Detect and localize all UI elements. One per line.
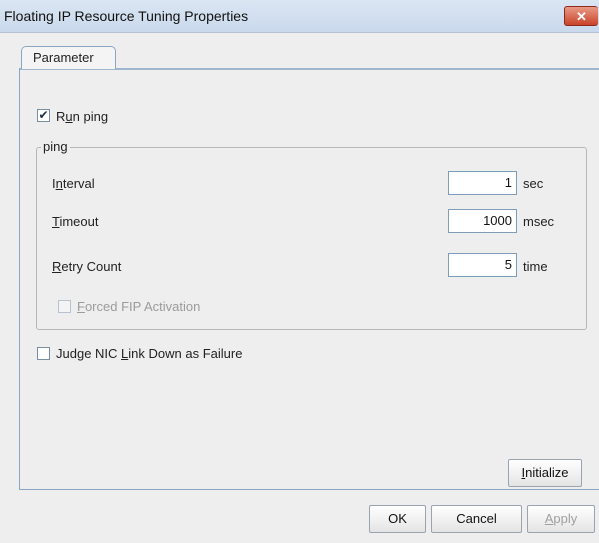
timeout-label: Timeout (52, 214, 99, 229)
forced-fip-activation-label: Forced FIP Activation (77, 299, 201, 314)
ok-button[interactable]: OK (369, 505, 426, 533)
timeout-unit: msec (523, 214, 555, 229)
title-bar[interactable]: Floating IP Resource Tuning Properties ✕ (0, 0, 599, 33)
interval-input[interactable]: 1 (448, 171, 517, 195)
ping-group-legend: ping (41, 139, 70, 154)
window-title: Floating IP Resource Tuning Properties (4, 8, 249, 24)
run-ping-checkbox[interactable]: ✔ (37, 109, 50, 122)
dialog-window: Floating IP Resource Tuning Properties ✕… (0, 0, 599, 543)
interval-unit: sec (523, 176, 544, 191)
run-ping-label: Run ping (56, 109, 109, 124)
checkmark-icon: ✔ (38, 108, 49, 122)
close-button[interactable]: ✕ (564, 6, 598, 26)
apply-button[interactable]: Apply (527, 505, 595, 533)
tab-parameter[interactable]: Parameter (21, 46, 116, 69)
cancel-button[interactable]: Cancel (431, 505, 522, 533)
forced-fip-activation-checkbox[interactable] (58, 300, 71, 313)
judge-nic-link-down-checkbox[interactable] (37, 347, 50, 360)
retry-count-input[interactable]: 5 (448, 253, 517, 277)
retry-count-label: Retry Count (52, 259, 122, 274)
retry-count-unit: time (523, 259, 548, 274)
initialize-button[interactable]: Initialize (508, 459, 582, 487)
interval-label: Interval (52, 176, 95, 191)
close-icon: ✕ (576, 9, 587, 24)
judge-nic-link-down-label: Judge NIC Link Down as Failure (56, 346, 243, 361)
timeout-input[interactable]: 1000 (448, 209, 517, 233)
